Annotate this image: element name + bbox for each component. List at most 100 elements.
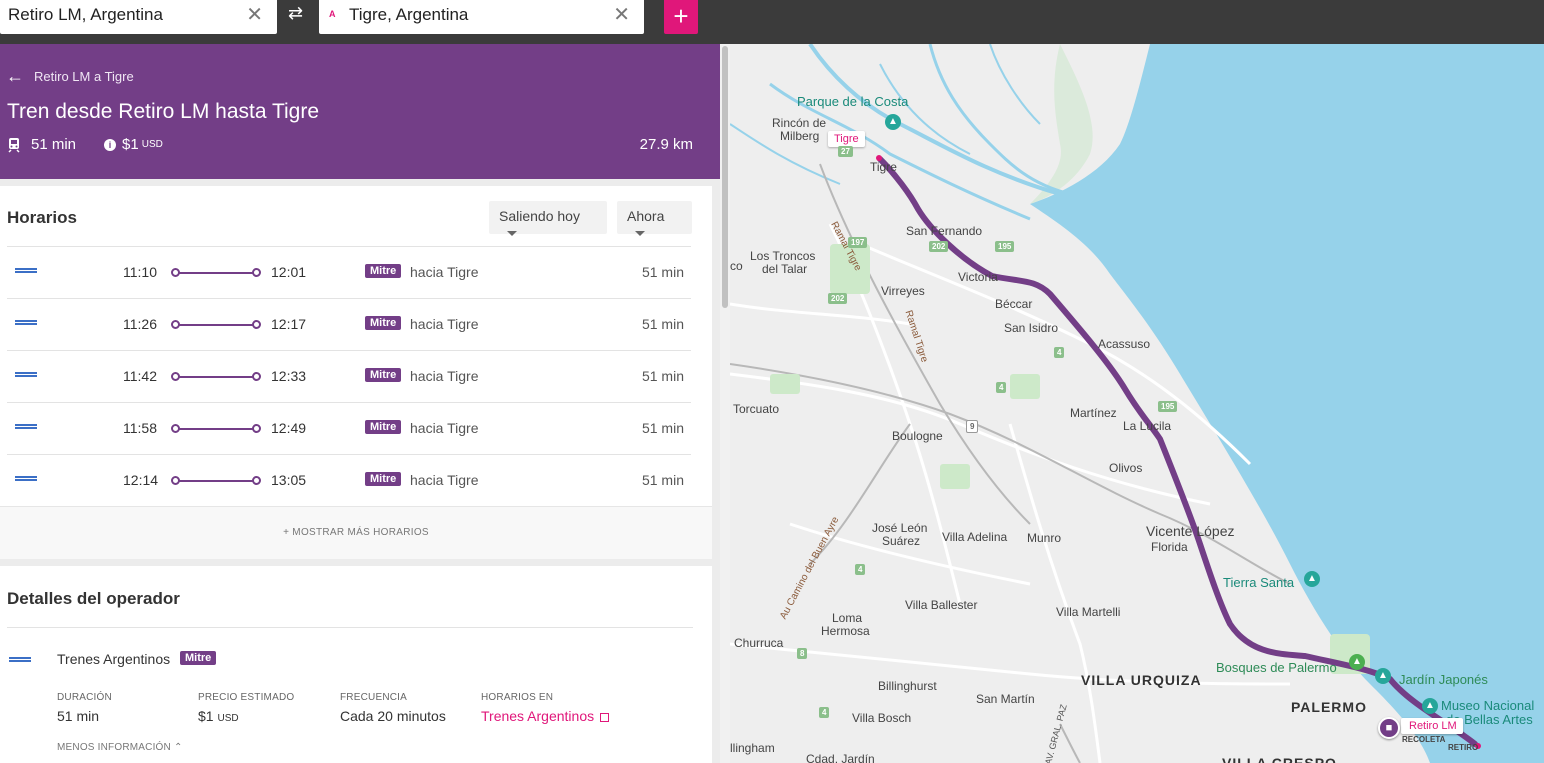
road-shield: 8 [797,648,808,659]
destination-input-value[interactable]: Tigre, Argentina [349,5,468,25]
line-badge: Mitre [365,368,402,382]
trip-timeline [171,268,261,278]
trip-timeline [171,320,261,330]
map-label-bosques[interactable]: Bosques de Palermo [1216,660,1337,675]
map-label-tigre: Tigre [870,160,897,174]
price-unit: USD [217,713,239,724]
map-label-museo[interactable]: Museo Nacional [1441,698,1534,713]
breadcrumb[interactable]: Retiro LM a Tigre [34,69,134,84]
schedules-link-stat: HORARIOS EN Trenes Argentinos [481,692,610,724]
map-label-beccar: Béccar [995,297,1033,311]
map-label-parque-costa[interactable]: Parque de la Costa [797,94,908,109]
leaving-dropdown[interactable]: Saliendo hoy [489,201,607,236]
map-label-rincon: Rincón de [772,116,827,130]
arrival-time: 12:17 [271,316,307,332]
back-arrow-icon[interactable]: ← [6,66,24,87]
operator-website-link-text[interactable]: Trenes Argentinos [481,708,594,724]
schedule-row[interactable]: 11:10 12:01 Mitre hacia Tigre 51 min [7,246,691,298]
destination-chip[interactable]: Tigre [828,131,865,147]
map-label-munro: Munro [1027,531,1062,545]
park-icon[interactable]: ▲ [885,114,901,130]
info-icon[interactable]: i [104,138,117,151]
map-label-villa-ballester: Villa Ballester [905,598,978,612]
route-header: ← Retiro LM a Tigre Tren desde Retiro LM… [0,44,720,179]
route-price: $1 [122,136,139,153]
direction-label: hacia Tigre [410,420,479,436]
origin-input-value[interactable]: Retiro LM, Argentina [8,5,163,25]
scrollbar-thumb[interactable] [722,46,728,308]
schedule-row[interactable]: 11:58 12:49 Mitre hacia Tigre 51 min [7,402,691,454]
map-label-villa-adelina: Villa Adelina [942,530,1008,544]
trip-duration: 51 min [641,264,684,280]
clear-origin-icon[interactable]: ✕ [246,5,263,25]
destination-marker-icon: A [329,9,336,19]
origin-chip[interactable]: Retiro LM [1401,718,1463,734]
route-panel: ← Retiro LM a Tigre Tren desde Retiro LM… [0,44,720,763]
time-dropdown-value: Ahora [627,208,665,224]
schedule-row[interactable]: 11:42 12:33 Mitre hacia Tigre 51 min [7,350,691,402]
departure-time: 11:42 [123,368,157,384]
destination-input[interactable]: A Tigre, Argentina ✕ [319,0,644,34]
garden-icon[interactable]: ▲ [1375,668,1391,684]
arrival-time: 13:05 [271,472,307,488]
operator-logo [15,476,37,483]
tree-icon[interactable]: ▲ [1349,654,1365,670]
arrival-time: 12:01 [271,264,307,280]
add-destination-button[interactable]: + [664,0,698,34]
less-info-button[interactable]: MENOS INFORMACIÓN ⌃ [57,742,183,753]
swap-icon[interactable]: ⇄ [288,3,303,24]
map-label-palermo: PALERMO [1291,699,1367,715]
landmark-icon[interactable]: ▲ [1304,571,1320,587]
map-label-cdad-jardin: Cdad. Jardín [806,752,875,763]
arrival-time: 12:49 [271,420,307,436]
line-badge: Mitre [365,472,402,486]
trip-timeline [171,372,261,382]
map-label-villa-urquiza: VILLA URQUIZA [1081,672,1202,688]
map-label-villa-bosch: Villa Bosch [852,711,912,725]
route-distance: 27.9 km [639,136,693,153]
train-station-icon[interactable]: ■ [1378,717,1400,739]
schedule-row[interactable]: 12:14 13:05 Mitre hacia Tigre 51 min [7,454,691,506]
map-label-retiro: RETIRO [1448,743,1479,752]
schedules-link-label: HORARIOS EN [481,692,554,703]
schedules-card: Horarios Saliendo hoy Ahora 11:10 12:01 Mi… [0,186,712,559]
map-label-torcuato: Torcuato [733,402,780,416]
map-label-los-troncos: Los Troncos [750,249,816,263]
panel-scrollbar[interactable] [720,44,730,763]
museum-icon[interactable]: ▲ [1422,698,1438,714]
map-label-recoleta: RECOLETA [1402,735,1446,744]
departure-time: 11:58 [123,420,157,436]
schedule-row[interactable]: 11:26 12:17 Mitre hacia Tigre 51 min [7,298,691,350]
route-price-unit: USD [141,139,163,150]
map-label-tierra-santa[interactable]: Tierra Santa [1223,575,1294,590]
trip-duration: 51 min [641,420,684,436]
map-label-vicente-lopez: Vicente López [1146,523,1235,539]
origin-input[interactable]: Retiro LM, Argentina ✕ [0,0,277,34]
route-map[interactable]: Parque de la Costa ▲ Rincón de Milberg T… [730,44,1544,763]
operator-logo [15,320,37,327]
clear-destination-icon[interactable]: ✕ [613,5,630,25]
map-label-jose-leon: José León [872,521,928,535]
road-shield: 202 [929,241,949,252]
operator-logo [15,424,37,431]
less-info-label[interactable]: MENOS INFORMACIÓN [57,742,171,753]
operator-logo [9,657,31,664]
chevron-down-icon [635,230,645,236]
map-label-co: co [730,259,743,273]
external-link-icon[interactable] [600,713,610,722]
map-label-san-martin: San Martín [976,692,1035,706]
map-label-martinez: Martínez [1070,406,1117,420]
map-label-jardin[interactable]: Jardín Japonés [1399,672,1488,687]
operator-website-link[interactable]: Trenes Argentinos [481,708,610,724]
departure-time: 11:10 [123,264,157,280]
road-shield: 4 [819,707,830,718]
show-more-button[interactable]: + MOSTRAR MÁS HORARIOS [0,506,712,559]
trip-timeline [171,476,261,486]
direction-label: hacia Tigre [410,472,479,488]
trip-duration: 51 min [641,316,684,332]
time-dropdown[interactable]: Ahora [617,201,692,236]
duration-label: DURACIÓN [57,692,112,703]
operator-card: Detalles del operador Trenes Argentinos … [0,566,712,763]
road-shield: 202 [828,293,848,304]
operator-name: Trenes Argentinos [57,651,171,667]
